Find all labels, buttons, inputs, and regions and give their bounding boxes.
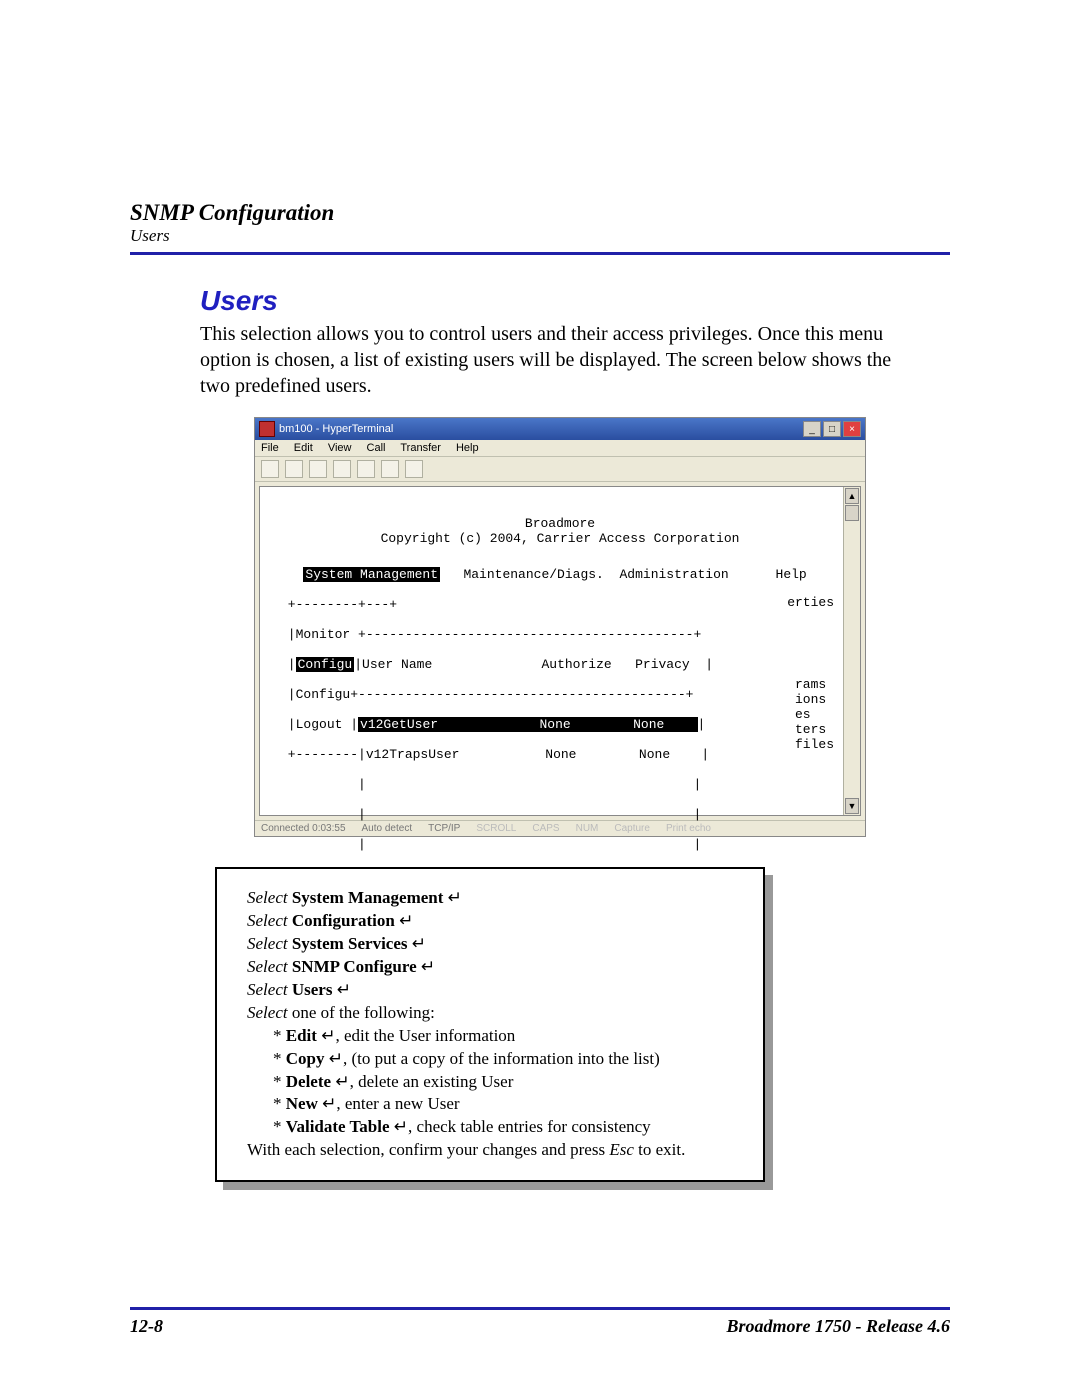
rule-thick	[130, 252, 950, 255]
step-4: Select SNMP Configure ↵	[247, 956, 745, 979]
row-v12trapsuser[interactable]: v12TrapsUser None None	[366, 747, 702, 762]
toolbar-icon[interactable]	[285, 460, 303, 478]
menu-transfer[interactable]: Transfer	[400, 442, 441, 454]
side-monitor[interactable]: Monitor	[296, 627, 351, 642]
toolbar-icon[interactable]	[405, 460, 423, 478]
toolbar-icon[interactable]	[381, 460, 399, 478]
menu-bar[interactable]: File Edit View Call Transfer Help	[255, 440, 865, 457]
terminal-submenu: +--------+---+	[280, 597, 840, 612]
side-logout[interactable]: Logout	[296, 717, 343, 732]
menu-edit[interactable]: Edit	[294, 442, 313, 454]
enter-icon: ↵	[322, 1094, 336, 1113]
nav-help[interactable]: Help	[776, 567, 807, 582]
page-number: 12-8	[130, 1316, 163, 1337]
terminal-viewport: ▲ ▼ BroadmoreCopyright (c) 2004, Carrier…	[259, 486, 861, 816]
opt-new: * New ↵, enter a new User	[273, 1093, 745, 1116]
step-3: Select System Services ↵	[247, 933, 745, 956]
side-configu-selected[interactable]: Configu	[296, 657, 355, 672]
page-footer: 12-8 Broadmore 1750 - Release 4.6	[130, 1305, 950, 1337]
menu-call[interactable]: Call	[367, 442, 386, 454]
menu-file[interactable]: File	[261, 442, 279, 454]
enter-icon: ↵	[337, 980, 351, 999]
chapter-title: SNMP Configuration	[130, 200, 950, 226]
enter-icon: ↵	[421, 957, 435, 976]
section-heading: Users	[200, 285, 920, 317]
section-intro: This selection allows you to control use…	[200, 321, 920, 399]
step-2: Select Configuration ↵	[247, 910, 745, 933]
app-icon	[259, 421, 275, 437]
closing-line: With each selection, confirm your change…	[247, 1139, 745, 1162]
tool-bar[interactable]	[255, 457, 865, 482]
window-title: bm100 - HyperTerminal	[279, 423, 393, 435]
col-privacy: Privacy	[635, 657, 690, 672]
row-v12getuser[interactable]: v12GetUser None None	[358, 717, 698, 732]
frag-erties: erties	[787, 595, 834, 610]
instruction-box: Select System Management ↵ Select Config…	[215, 867, 765, 1182]
toolbar-icon[interactable]	[357, 460, 375, 478]
side-configu[interactable]: Configu	[296, 687, 351, 702]
enter-icon: ↵	[412, 934, 426, 953]
step-5: Select Users ↵	[247, 979, 745, 1002]
nav-administration[interactable]: Administration	[619, 567, 728, 582]
window-title-bar[interactable]: bm100 - HyperTerminal _ □ ×	[255, 418, 865, 440]
col-user-name: User Name	[362, 657, 432, 672]
chapter-header: SNMP Configuration Users	[130, 200, 950, 255]
frag-list: rams ions es ters files	[795, 677, 834, 752]
enter-icon: ↵	[394, 1117, 408, 1136]
step-1: Select System Management ↵	[247, 887, 745, 910]
rule-thick	[130, 1307, 950, 1310]
banner-copyright: Copyright (c) 2004, Carrier Access Corpo…	[280, 531, 840, 546]
release-label: Broadmore 1750 - Release 4.6	[727, 1316, 950, 1337]
choose-line: Select one of the following:	[247, 1002, 745, 1025]
enter-icon: ↵	[399, 911, 413, 930]
nav-maintenance-diags[interactable]: Maintenance/Diags.	[463, 567, 603, 582]
terminal-nav[interactable]: System Management Maintenance/Diags. Adm…	[280, 567, 840, 582]
opt-copy: * Copy ↵, (to put a copy of the informat…	[273, 1048, 745, 1071]
opt-validate: * Validate Table ↵, check table entries …	[273, 1116, 745, 1139]
minimize-button[interactable]: _	[803, 421, 821, 437]
toolbar-icon[interactable]	[333, 460, 351, 478]
menu-view[interactable]: View	[328, 442, 352, 454]
toolbar-icon[interactable]	[309, 460, 327, 478]
enter-icon: ↵	[329, 1049, 343, 1068]
chapter-subtitle: Users	[130, 226, 950, 246]
close-button[interactable]: ×	[843, 421, 861, 437]
col-authorize: Authorize	[541, 657, 611, 672]
maximize-button[interactable]: □	[823, 421, 841, 437]
menu-help[interactable]: Help	[456, 442, 479, 454]
hyperterminal-window: bm100 - HyperTerminal _ □ × File Edit Vi…	[254, 417, 866, 837]
banner-title: Broadmore	[280, 516, 840, 531]
enter-icon: ↵	[335, 1072, 349, 1091]
enter-icon: ↵	[321, 1026, 335, 1045]
opt-delete: * Delete ↵, delete an existing User	[273, 1071, 745, 1094]
nav-system-management[interactable]: System Management	[303, 567, 440, 582]
opt-edit: * Edit ↵, edit the User information	[273, 1025, 745, 1048]
toolbar-icon[interactable]	[261, 460, 279, 478]
enter-icon: ↵	[448, 888, 462, 907]
